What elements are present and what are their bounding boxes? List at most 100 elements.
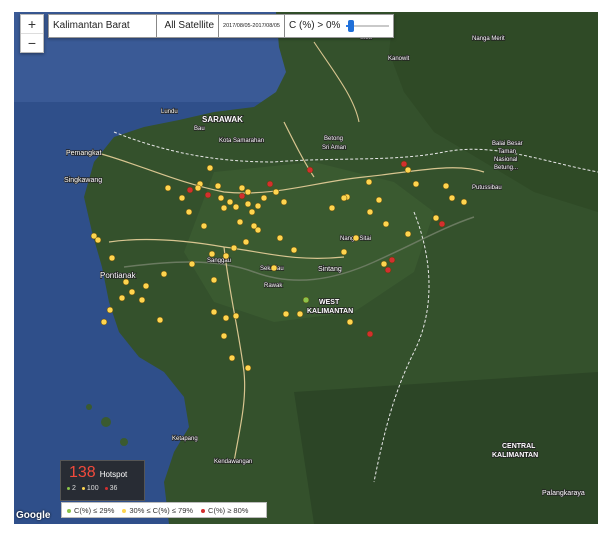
- hotspot-mid-marker[interactable]: [220, 204, 228, 212]
- hotspot-high-marker[interactable]: [186, 186, 194, 194]
- hotspot-mid-marker[interactable]: [250, 222, 258, 230]
- hotspot-high-marker[interactable]: [366, 330, 374, 338]
- label-nanga-merit: Nanga Merit: [472, 36, 505, 42]
- hotspot-mid-marker[interactable]: [118, 294, 126, 302]
- hotspot-mid-marker[interactable]: [442, 182, 450, 190]
- hotspot-high-marker[interactable]: [388, 256, 396, 264]
- hotspot-mid-marker[interactable]: [206, 164, 214, 172]
- label-park-3: Nasional: [494, 157, 517, 163]
- hotspot-mid-marker[interactable]: [236, 218, 244, 226]
- satellite-map[interactable]: SARAWAK WEST KALIMANTAN CENTRAL KALIMANT…: [14, 12, 598, 524]
- hotspot-mid-marker[interactable]: [226, 198, 234, 206]
- label-park-1: Balai Besar: [492, 141, 523, 147]
- hotspot-mid-marker[interactable]: [328, 204, 336, 212]
- hotspot-mid-marker[interactable]: [222, 314, 230, 322]
- hotspot-mid-marker[interactable]: [260, 194, 268, 202]
- confidence-legend: C(%) ≤ 29% 30% ≤ C(%) ≤ 79% C(%) ≥ 80%: [61, 502, 267, 518]
- label-lundu: Lundu: [161, 109, 178, 115]
- hotspot-mid-marker[interactable]: [238, 184, 246, 192]
- hotspot-mid-marker[interactable]: [352, 234, 360, 242]
- google-logo: Google: [16, 510, 51, 521]
- hotspot-low-marker[interactable]: [302, 296, 310, 304]
- hotspot-mid-marker[interactable]: [248, 208, 256, 216]
- low-dot-icon: [67, 486, 70, 490]
- hotspot-mid-marker[interactable]: [138, 296, 146, 304]
- hotspot-mid-marker[interactable]: [242, 238, 250, 246]
- hotspot-mid-marker[interactable]: [142, 282, 150, 290]
- hotspot-mid-marker[interactable]: [106, 306, 114, 314]
- hotspot-mid-marker[interactable]: [460, 198, 468, 206]
- hotspot-mid-marker[interactable]: [232, 312, 240, 320]
- hotspot-mid-marker[interactable]: [270, 264, 278, 272]
- hotspot-mid-marker[interactable]: [164, 184, 172, 192]
- hotspot-mid-marker[interactable]: [282, 310, 290, 318]
- hotspot-high-marker[interactable]: [238, 192, 246, 200]
- mid-count-item: 100: [81, 485, 99, 492]
- hotspot-mid-marker[interactable]: [244, 200, 252, 208]
- hotspot-mid-marker[interactable]: [217, 194, 225, 202]
- hotspot-mid-marker[interactable]: [340, 194, 348, 202]
- hotspot-mid-marker[interactable]: [128, 288, 136, 296]
- hotspot-high-marker[interactable]: [306, 166, 314, 174]
- label-central-kalimantan: CENTRAL: [502, 443, 536, 450]
- hotspot-mid-marker[interactable]: [280, 198, 288, 206]
- hotspot-mid-marker[interactable]: [412, 180, 420, 188]
- hotspot-mid-marker[interactable]: [448, 194, 456, 202]
- hotspot-mid-marker[interactable]: [432, 214, 440, 222]
- hotspot-mid-marker[interactable]: [220, 332, 228, 340]
- hotspot-mid-marker[interactable]: [366, 208, 374, 216]
- hotspot-high-marker[interactable]: [438, 220, 446, 228]
- hotspot-mid-marker[interactable]: [404, 230, 412, 238]
- legend-low-dot-icon: [67, 508, 71, 513]
- hotspot-mid-marker[interactable]: [244, 188, 252, 196]
- hotspot-mid-marker[interactable]: [185, 208, 193, 216]
- hotspot-mid-marker[interactable]: [200, 222, 208, 230]
- hotspot-mid-marker[interactable]: [228, 354, 236, 362]
- hotspot-mid-marker[interactable]: [188, 260, 196, 268]
- hotspot-mid-marker[interactable]: [276, 234, 284, 242]
- hotspot-mid-marker[interactable]: [230, 244, 238, 252]
- hotspot-mid-marker[interactable]: [290, 246, 298, 254]
- hotspot-mid-marker[interactable]: [108, 254, 116, 262]
- hotspot-mid-marker[interactable]: [375, 196, 383, 204]
- hotspot-mid-marker[interactable]: [210, 276, 218, 284]
- hotspot-high-marker[interactable]: [384, 266, 392, 274]
- hotspot-mid-marker[interactable]: [94, 236, 102, 244]
- hotspot-high-marker[interactable]: [204, 191, 212, 199]
- slider-thumb[interactable]: [348, 20, 355, 32]
- hotspot-mid-marker[interactable]: [194, 184, 202, 192]
- high-dot-icon: [104, 486, 108, 490]
- hotspot-mid-marker[interactable]: [254, 202, 262, 210]
- hotspot-mid-marker[interactable]: [214, 182, 222, 190]
- hotspot-high-marker[interactable]: [400, 160, 408, 168]
- zoom-in-button[interactable]: +: [21, 15, 43, 33]
- hotspot-mid-marker[interactable]: [100, 318, 108, 326]
- hotspot-mid-marker[interactable]: [340, 248, 348, 256]
- hotspot-mid-marker[interactable]: [122, 278, 130, 286]
- hotspot-high-marker[interactable]: [266, 180, 274, 188]
- hotspot-mid-marker[interactable]: [208, 250, 216, 258]
- island: [86, 404, 92, 410]
- hotspot-mid-marker[interactable]: [272, 188, 280, 196]
- hotspot-mid-marker[interactable]: [178, 194, 186, 202]
- hotspot-mid-marker[interactable]: [380, 260, 388, 268]
- confidence-slider[interactable]: [346, 18, 389, 34]
- satellite-select[interactable]: All Satellite: [157, 15, 219, 37]
- legend-mid-dot-icon: [122, 508, 127, 513]
- date-range-select[interactable]: 2017/08/05-2017/08/05: [219, 15, 285, 37]
- hotspot-mid-marker[interactable]: [365, 178, 373, 186]
- label-palangkaraya: Palangkaraya: [542, 490, 585, 497]
- hotspot-mid-marker[interactable]: [244, 364, 252, 372]
- hotspot-mid-marker[interactable]: [232, 203, 240, 211]
- hotspot-mid-marker[interactable]: [210, 308, 218, 316]
- hotspot-mid-marker[interactable]: [296, 310, 304, 318]
- hotspot-mid-marker[interactable]: [160, 270, 168, 278]
- hotspot-mid-marker[interactable]: [382, 220, 390, 228]
- hotspot-mid-marker[interactable]: [222, 252, 230, 260]
- hotspot-mid-marker[interactable]: [346, 318, 354, 326]
- map-container[interactable]: SARAWAK WEST KALIMANTAN CENTRAL KALIMANT…: [14, 12, 598, 524]
- hotspot-mid-marker[interactable]: [404, 166, 412, 174]
- zoom-out-button[interactable]: −: [21, 33, 43, 52]
- region-select[interactable]: Kalimantan Barat: [49, 15, 157, 37]
- hotspot-mid-marker[interactable]: [156, 316, 164, 324]
